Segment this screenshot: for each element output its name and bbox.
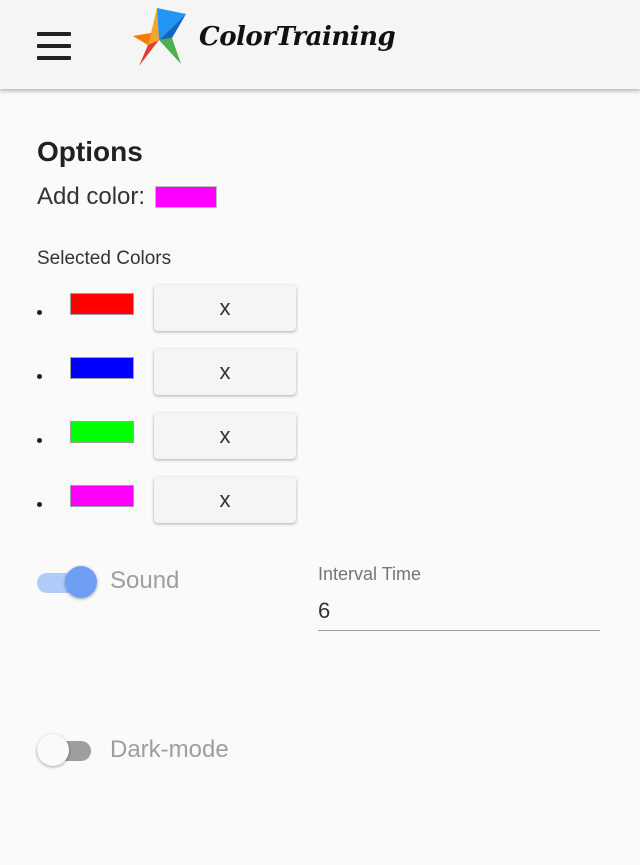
interval-time-input[interactable] bbox=[318, 592, 600, 631]
toggle-thumb bbox=[37, 734, 69, 766]
list-item: x bbox=[0, 477, 320, 541]
menu-icon[interactable] bbox=[37, 32, 71, 62]
color-swatch bbox=[70, 293, 134, 315]
options-panel: Options Add color: Selected Colors x x x… bbox=[0, 89, 640, 865]
list-item: x bbox=[0, 413, 320, 477]
remove-color-button[interactable]: x bbox=[154, 477, 296, 523]
add-color-label: Add color: bbox=[37, 183, 146, 210]
color-swatch bbox=[70, 357, 134, 379]
toggle-thumb bbox=[65, 566, 97, 598]
options-heading: Options bbox=[37, 136, 143, 167]
color-swatch bbox=[70, 421, 134, 443]
remove-color-button[interactable]: x bbox=[154, 413, 296, 459]
list-item: x bbox=[0, 285, 320, 349]
remove-color-button[interactable]: x bbox=[154, 285, 296, 331]
list-item: x bbox=[0, 349, 320, 413]
app-bar: ColorTraining bbox=[0, 0, 640, 89]
selected-colors-label: Selected Colors bbox=[37, 248, 172, 269]
remove-color-button[interactable]: x bbox=[154, 349, 296, 395]
interval-time-label: Interval Time bbox=[318, 564, 422, 584]
bullet-icon bbox=[37, 438, 42, 443]
bullet-icon bbox=[37, 310, 42, 315]
selected-colors-list: x x x x bbox=[0, 285, 320, 541]
dark-mode-toggle[interactable] bbox=[37, 734, 97, 768]
sound-label: Sound bbox=[110, 567, 180, 594]
interval-time-field: Interval Time bbox=[318, 564, 600, 636]
add-color-row: Add color: bbox=[37, 183, 218, 211]
dark-mode-label: Dark-mode bbox=[110, 736, 229, 763]
logo-star-icon bbox=[133, 8, 186, 66]
color-swatch bbox=[70, 485, 134, 507]
bullet-icon bbox=[37, 502, 42, 507]
sound-toggle[interactable] bbox=[37, 566, 97, 600]
brand-title: ColorTraining bbox=[199, 22, 396, 52]
add-color-picker[interactable] bbox=[155, 186, 218, 208]
bullet-icon bbox=[37, 374, 42, 379]
